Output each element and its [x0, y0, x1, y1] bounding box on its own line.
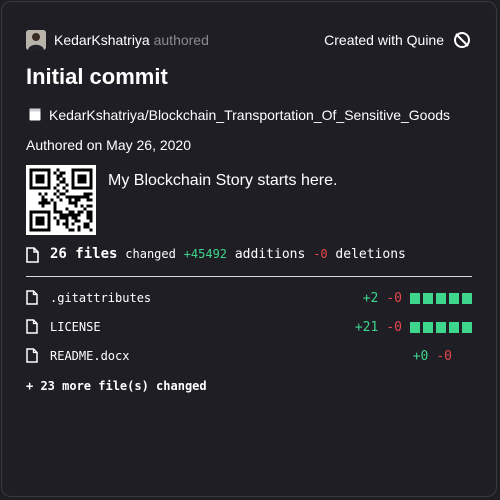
file-name[interactable]: README.docx — [50, 349, 129, 363]
file-icon — [26, 247, 39, 267]
change-bars — [410, 322, 472, 333]
file-deletions: -0 — [436, 349, 452, 364]
file-name[interactable]: LICENSE — [50, 320, 101, 334]
repository-name[interactable]: KedarKshatriya/Blockchain_Transportation… — [49, 107, 450, 123]
deletions-count: -0 — [313, 247, 328, 261]
file-stats: +0 -0 — [413, 349, 460, 364]
commit-message: My Blockchain Story starts here. — [108, 172, 338, 189]
change-bar — [423, 322, 433, 333]
change-bar — [436, 322, 446, 333]
file-additions: +0 — [412, 349, 429, 364]
files-count: 26 files — [50, 246, 118, 262]
divider — [26, 276, 472, 277]
change-bar — [449, 293, 459, 304]
additions-count: +45492 — [183, 247, 228, 261]
qr-code — [26, 165, 96, 235]
author-name[interactable]: KedarKshatriya — [54, 32, 150, 48]
changed-label: changed — [125, 247, 176, 261]
created-with-label[interactable]: Created with Quine — [324, 32, 444, 48]
quine-logo-icon[interactable] — [452, 30, 472, 50]
file-stats: +2 -0 — [363, 291, 472, 306]
change-bar — [462, 322, 472, 333]
avatar[interactable] — [26, 30, 46, 50]
change-bar — [436, 293, 446, 304]
file-stats: +21 -0 — [355, 320, 472, 335]
change-bar — [423, 293, 433, 304]
file-deletions: -0 — [386, 291, 402, 306]
file-icon — [26, 290, 38, 308]
file-additions: +21 — [354, 320, 379, 335]
file-icon — [26, 319, 38, 337]
file-row[interactable]: LICENSE +21 -0 — [26, 318, 472, 338]
change-bar — [410, 293, 420, 304]
change-bar — [462, 293, 472, 304]
authored-date: Authored on May 26, 2020 — [26, 137, 192, 153]
file-deletions: -0 — [386, 320, 402, 335]
more-files-link[interactable]: + 23 more file(s) changed — [26, 379, 207, 393]
file-name[interactable]: .gitattributes — [50, 291, 151, 305]
card-header: KedarKshatriya authored Created with Qui… — [26, 30, 472, 52]
change-summary: 26 files changed +45492 additions -0 del… — [26, 245, 472, 267]
commit-card: KedarKshatriya authored Created with Qui… — [1, 1, 497, 497]
change-bar — [449, 322, 459, 333]
authored-label: authored — [153, 32, 209, 48]
author-line: KedarKshatriya authored — [54, 32, 209, 48]
qr-code-image — [29, 168, 93, 232]
change-bars — [410, 293, 472, 304]
deletions-label: deletions — [335, 247, 406, 262]
file-row[interactable]: README.docx +0 -0 — [26, 347, 472, 367]
change-bar — [410, 322, 420, 333]
additions-label: additions — [234, 247, 306, 262]
repository-icon — [29, 108, 41, 121]
file-row[interactable]: .gitattributes +2 -0 — [26, 289, 472, 309]
file-additions: +2 — [362, 291, 379, 306]
file-icon — [26, 348, 38, 366]
commit-title: Initial commit — [26, 64, 168, 89]
